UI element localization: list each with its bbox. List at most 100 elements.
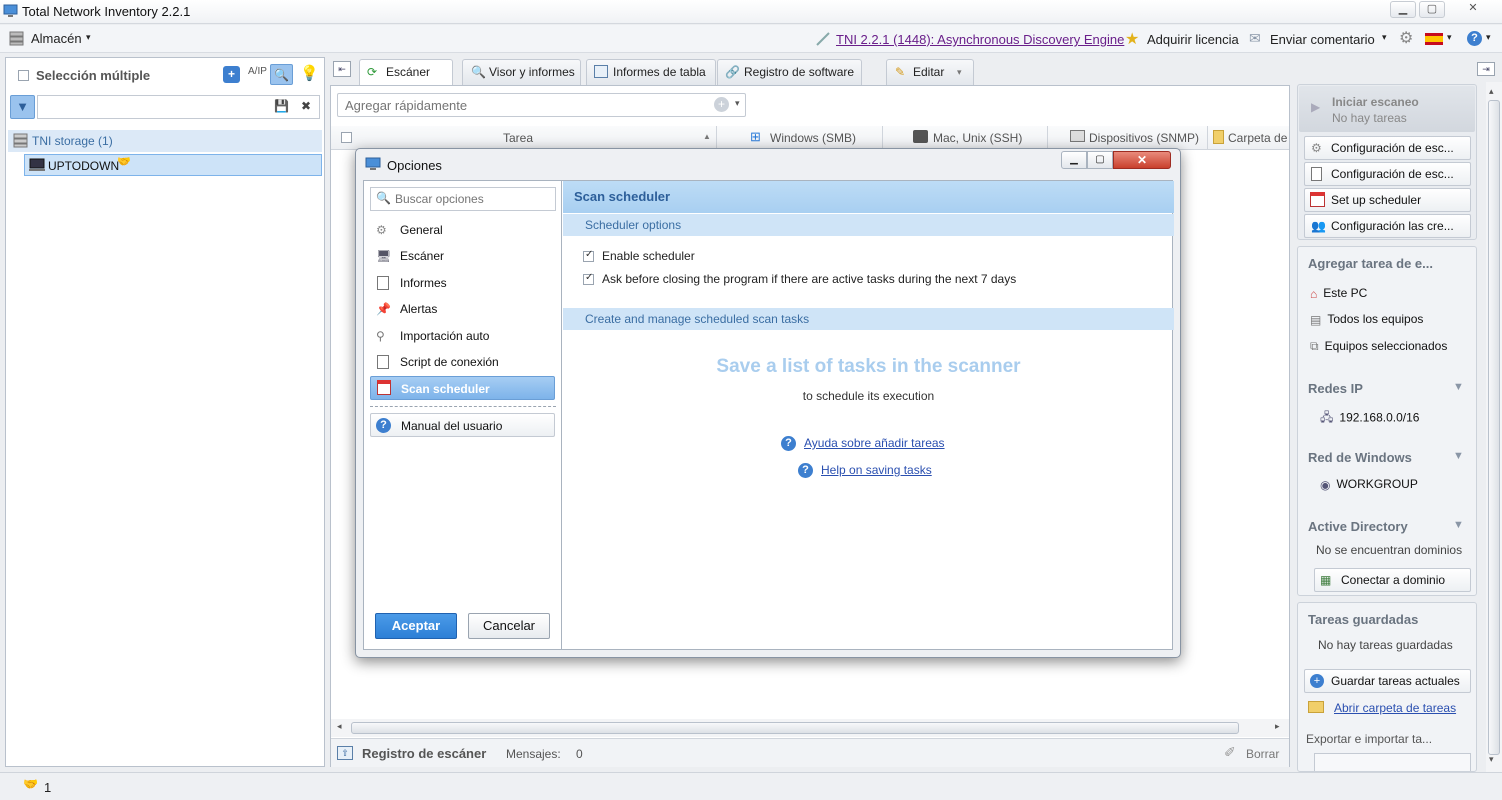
- column-task[interactable]: Tarea: [503, 131, 533, 145]
- column-mac-unix-ssh[interactable]: Mac, Unix (SSH): [933, 131, 1022, 145]
- select-all-checkbox[interactable]: [341, 132, 352, 143]
- workgroup-item[interactable]: ◉ WORKGROUP: [1320, 477, 1418, 492]
- add-all-computers[interactable]: ▤ Todos los equipos: [1310, 312, 1423, 327]
- column-windows-smb[interactable]: Windows (SMB): [770, 131, 856, 145]
- version-link[interactable]: TNI 2.2.1 (1448): Asynchronous Discovery…: [836, 32, 1124, 47]
- help-saving-tasks-row[interactable]: ? Help on saving tasks: [798, 463, 932, 479]
- add-selected-computers[interactable]: ⧉ Equipos seleccionados: [1310, 339, 1447, 354]
- connect-domain-button[interactable]: ▦ Conectar a dominio: [1314, 568, 1471, 592]
- option-general[interactable]: ⚙ General: [370, 218, 555, 242]
- add-this-pc[interactable]: ⌂ Este PC: [1310, 286, 1367, 301]
- play-icon: ▶: [1311, 100, 1321, 114]
- option-alerts[interactable]: 📌 Alertas: [370, 297, 555, 321]
- add-circle-icon[interactable]: +: [714, 97, 729, 112]
- option-auto-import[interactable]: ⚲ Importación auto: [370, 324, 555, 348]
- option-logon-script[interactable]: Script de conexión: [370, 350, 555, 374]
- spanish-flag-icon[interactable]: [1425, 33, 1443, 45]
- scroll-up-icon[interactable]: ▴: [1489, 86, 1494, 97]
- cancel-button[interactable]: Cancelar: [468, 613, 550, 639]
- vertical-scrollbar[interactable]: ▴ ▾: [1486, 82, 1502, 772]
- chevron-down-icon: ▾: [1486, 32, 1491, 42]
- saved-tasks-box: Tareas guardadas No hay tareas guardadas…: [1297, 602, 1477, 772]
- dialog-close-button[interactable]: ✕: [1113, 151, 1171, 169]
- ip-network-item[interactable]: 🖧 192.168.0.0/16: [1320, 408, 1419, 429]
- close-button[interactable]: ✕: [1460, 1, 1486, 18]
- expand-log-icon[interactable]: ⇧: [337, 746, 353, 760]
- option-reports[interactable]: Informes: [370, 271, 555, 295]
- accept-button[interactable]: Aceptar: [375, 613, 457, 639]
- partial-button[interactable]: [1314, 753, 1471, 771]
- option-scanner[interactable]: 🖥 Escáner: [370, 244, 555, 268]
- save-current-tasks-button[interactable]: + Guardar tareas actuales: [1304, 669, 1471, 693]
- no-saved-tasks-label: No hay tareas guardadas: [1318, 638, 1453, 652]
- clear-filter-icon[interactable]: ✖: [301, 99, 311, 113]
- selected-computers-icon: ⧉: [1310, 339, 1319, 354]
- add-icon[interactable]: +: [223, 66, 240, 83]
- calendar-icon: [377, 380, 391, 395]
- pencil-icon: ✎: [895, 65, 906, 79]
- scan-config-button-2[interactable]: Configuración de esc...: [1304, 162, 1471, 186]
- column-folder[interactable]: Carpeta de: [1228, 131, 1287, 145]
- tree-node-uptodown[interactable]: UPTODOWN 🤝: [24, 154, 322, 176]
- enable-scheduler-checkbox[interactable]: [583, 249, 594, 263]
- column-devices-snmp[interactable]: Dispositivos (SNMP): [1089, 131, 1199, 145]
- quick-add-field[interactable]: + ▾: [337, 93, 746, 117]
- tab-viewer-reports[interactable]: 🔍 Visor y informes: [462, 59, 581, 85]
- scroll-right-icon[interactable]: ▸: [1275, 721, 1280, 732]
- collapse-right-panel-icon[interactable]: ⇥: [1477, 62, 1495, 76]
- feedback-menu[interactable]: Enviar comentario: [1270, 32, 1375, 47]
- scan-config-button-1[interactable]: ⚙ Configuración de esc...: [1304, 136, 1471, 160]
- chevron-down-icon[interactable]: ▼: [1453, 450, 1464, 462]
- horizontal-scrollbar[interactable]: ◂ ▸: [331, 719, 1289, 737]
- license-button[interactable]: Adquirir licencia: [1147, 32, 1239, 47]
- help-icon[interactable]: ?: [1467, 31, 1482, 46]
- clear-log-button[interactable]: Borrar: [1246, 747, 1279, 761]
- scroll-thumb[interactable]: [351, 722, 1239, 734]
- help-add-tasks-link[interactable]: Ayuda sobre añadir tareas: [804, 436, 945, 450]
- search-toggle-icon[interactable]: 🔍: [270, 64, 293, 85]
- tab-edit[interactable]: ✎ Editar ▾: [886, 59, 974, 85]
- network-icon: 🖧: [1320, 410, 1334, 424]
- chevron-down-icon[interactable]: ▼: [1453, 381, 1464, 393]
- tab-scanner[interactable]: ⟳ Escáner: [359, 59, 453, 86]
- almacen-menu[interactable]: Almacén: [31, 31, 82, 46]
- help-saving-tasks-link[interactable]: Help on saving tasks: [821, 463, 932, 477]
- sort-az-ip-icon[interactable]: A/IP: [248, 66, 267, 77]
- user-manual-button[interactable]: ? Manual del usuario: [370, 413, 555, 437]
- tab-table-reports[interactable]: Informes de tabla: [586, 59, 716, 85]
- collapse-panel-icon[interactable]: ⇤: [333, 61, 351, 77]
- scroll-left-icon[interactable]: ◂: [337, 721, 342, 732]
- maximize-button[interactable]: ▢: [1419, 1, 1445, 18]
- dialog-maximize-button[interactable]: ▢: [1087, 151, 1113, 169]
- storage-label: TNI storage (1): [32, 134, 113, 148]
- scroll-thumb[interactable]: [1488, 100, 1500, 755]
- gear-icon[interactable]: ⚙: [1399, 28, 1413, 48]
- lightbulb-icon[interactable]: 💡: [300, 64, 319, 82]
- search-options-field[interactable]: 🔍: [370, 187, 556, 211]
- credentials-config-button[interactable]: 👥 Configuración las cre...: [1304, 214, 1471, 238]
- help-icon: ?: [376, 418, 391, 433]
- open-tasks-folder-link[interactable]: Abrir carpeta de tareas: [1334, 701, 1456, 715]
- option-scan-scheduler[interactable]: Scan scheduler: [370, 376, 555, 400]
- start-scan-button[interactable]: ▶ Iniciar escaneo No hay tareas: [1299, 86, 1475, 132]
- handshake-icon: 🤝: [23, 777, 38, 791]
- save-filter-icon[interactable]: 💾: [274, 99, 289, 113]
- minimize-button[interactable]: ▁: [1390, 1, 1416, 18]
- options-dialog: Opciones ▁ ▢ ✕ 🔍 ⚙General 🖥Escáner Infor…: [355, 148, 1181, 658]
- multi-select-checkbox[interactable]: [18, 70, 29, 81]
- tab-software-registry[interactable]: 🔗 Registro de software: [717, 59, 862, 85]
- help-add-tasks-row[interactable]: ? Ayuda sobre añadir tareas: [781, 436, 945, 452]
- filter-icon[interactable]: ▼: [10, 95, 35, 119]
- storage-row[interactable]: TNI storage (1): [8, 130, 322, 152]
- set-up-scheduler-button[interactable]: Set up scheduler: [1304, 188, 1471, 212]
- ask-before-closing-checkbox[interactable]: [583, 272, 594, 286]
- ask-before-closing-row[interactable]: Ask before closing the program if there …: [583, 272, 1016, 286]
- scroll-down-icon[interactable]: ▾: [1489, 754, 1494, 765]
- empty-state-title: Save a list of tasks in the scanner: [716, 356, 1021, 377]
- quick-add-input[interactable]: [338, 94, 708, 116]
- chevron-down-icon[interactable]: ▼: [1453, 519, 1464, 531]
- enable-scheduler-row[interactable]: Enable scheduler: [583, 249, 695, 263]
- monitor-icon: 🖥: [376, 249, 392, 263]
- dialog-minimize-button[interactable]: ▁: [1061, 151, 1087, 169]
- search-options-input[interactable]: [395, 188, 553, 210]
